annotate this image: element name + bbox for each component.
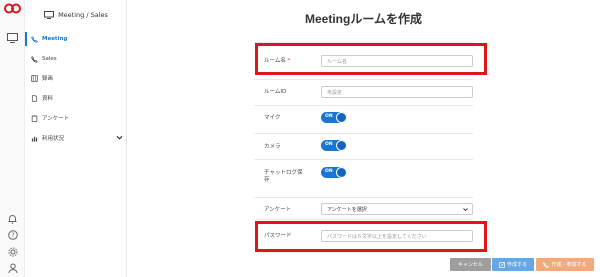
survey-label: アンケート: [264, 207, 292, 213]
create-join-button-label: 作成・参加する: [551, 262, 587, 268]
film-icon: [31, 74, 38, 82]
highlight-box-room-name: [255, 43, 487, 75]
create-button[interactable]: 作成する: [492, 258, 534, 271]
monitor-icon[interactable]: [6, 31, 19, 44]
chat-log-label: チャットログ保存: [264, 170, 303, 183]
sidebar-item-meeting[interactable]: Meeting: [25, 32, 127, 46]
toggle-knob: [336, 140, 347, 151]
mic-label: マイク: [264, 115, 281, 121]
toggle-knob: [336, 167, 347, 178]
bell-icon[interactable]: [6, 212, 19, 225]
chevron-down-icon[interactable]: [116, 134, 123, 141]
camera-label: カメラ: [264, 144, 281, 150]
sidebar-item-materials[interactable]: 資料: [25, 91, 127, 105]
sidebar-item-label: 利用状況: [42, 136, 65, 142]
phone-icon: [31, 35, 38, 43]
phone-icon: [31, 55, 38, 63]
sidebar-item-label: 資料: [42, 96, 54, 102]
sidebar-item-label: Sales: [42, 56, 57, 62]
chat-log-row: チャットログ保存 ON: [254, 159, 473, 197]
mic-toggle[interactable]: ON: [321, 112, 347, 123]
logo[interactable]: [4, 3, 21, 14]
svg-text:?: ?: [11, 232, 14, 239]
create-button-label: 作成する: [506, 262, 527, 268]
create-join-button[interactable]: 作成・参加する: [536, 258, 594, 271]
sidebar-item-label: 録画: [42, 76, 54, 82]
sidebar-title: Meeting / Sales: [58, 11, 108, 19]
toggle-label: ON: [325, 114, 333, 119]
help-icon[interactable]: ?: [6, 228, 19, 241]
toggle-knob: [336, 112, 347, 123]
gear-icon[interactable]: [6, 245, 19, 258]
bar-chart-icon: [31, 136, 38, 142]
cancel-button[interactable]: キャンセル: [450, 258, 491, 271]
sidebar: Meeting / Sales Meeting Sales 録画 資料 アンケー…: [25, 0, 127, 277]
sidebar-item-survey[interactable]: アンケート: [25, 111, 127, 125]
clipboard-icon: [31, 114, 38, 122]
sidebar-item-usage[interactable]: 利用状況: [25, 131, 127, 145]
page-title: Meetingルームを作成: [305, 12, 422, 26]
cancel-button-label: キャンセル: [457, 262, 483, 268]
sidebar-item-recording[interactable]: 録画: [25, 71, 127, 85]
camera-row: カメラ ON: [254, 133, 473, 159]
chevron-down-icon: [463, 208, 468, 212]
monitor-icon: [44, 11, 55, 19]
icon-rail: ?: [0, 0, 25, 277]
highlight-box-password: [255, 221, 487, 252]
sidebar-item-label: アンケート: [42, 116, 70, 122]
sidebar-item-sales[interactable]: Sales: [25, 52, 127, 66]
document-icon: [31, 94, 38, 102]
edit-icon: [499, 261, 505, 268]
sidebar-header: Meeting / Sales: [25, 8, 127, 22]
user-icon[interactable]: [6, 261, 19, 274]
toggle-label: ON: [325, 142, 333, 147]
sidebar-item-label: Meeting: [42, 36, 68, 42]
room-id-label: ルームID: [264, 89, 287, 95]
room-id-input[interactable]: 未設定: [321, 86, 473, 98]
phone-icon: [543, 261, 550, 268]
chat-log-toggle[interactable]: ON: [321, 167, 347, 178]
camera-toggle[interactable]: ON: [321, 140, 347, 151]
survey-select-value: アンケートを選択: [327, 206, 367, 213]
survey-row: アンケート アンケートを選択: [254, 197, 473, 219]
room-id-row: ルームID 未設定: [254, 79, 473, 105]
mic-row: マイク ON: [254, 105, 473, 133]
survey-select[interactable]: アンケートを選択: [321, 203, 473, 215]
toggle-label: ON: [325, 169, 333, 174]
